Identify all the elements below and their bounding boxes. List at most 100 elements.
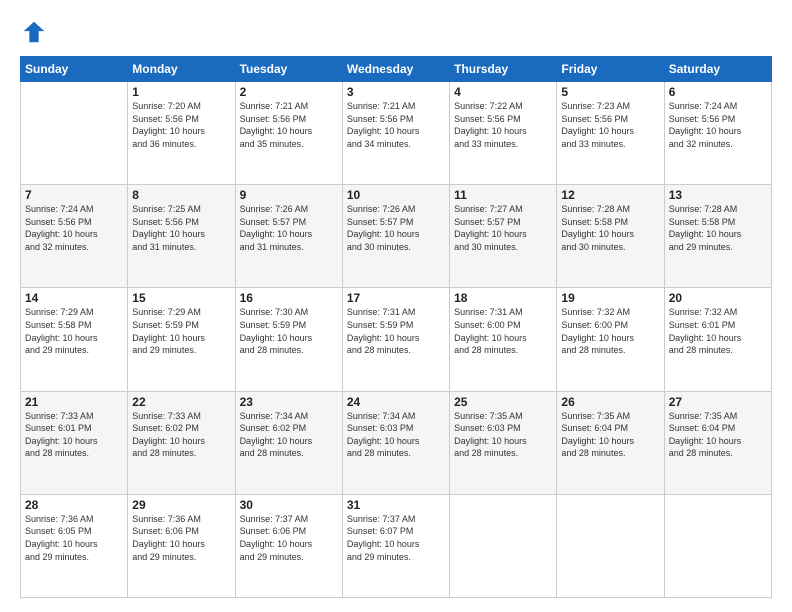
day-number: 19 [561,291,659,305]
calendar-cell: 30Sunrise: 7:37 AM Sunset: 6:06 PM Dayli… [235,494,342,597]
day-number: 8 [132,188,230,202]
calendar-cell: 14Sunrise: 7:29 AM Sunset: 5:58 PM Dayli… [21,288,128,391]
calendar-cell: 15Sunrise: 7:29 AM Sunset: 5:59 PM Dayli… [128,288,235,391]
calendar-cell: 26Sunrise: 7:35 AM Sunset: 6:04 PM Dayli… [557,391,664,494]
day-number: 12 [561,188,659,202]
day-number: 18 [454,291,552,305]
day-number: 23 [240,395,338,409]
calendar-cell [664,494,771,597]
day-number: 4 [454,85,552,99]
day-info: Sunrise: 7:22 AM Sunset: 5:56 PM Dayligh… [454,100,552,150]
calendar-header-monday: Monday [128,57,235,82]
day-number: 20 [669,291,767,305]
day-info: Sunrise: 7:23 AM Sunset: 5:56 PM Dayligh… [561,100,659,150]
day-info: Sunrise: 7:33 AM Sunset: 6:02 PM Dayligh… [132,410,230,460]
day-info: Sunrise: 7:36 AM Sunset: 6:05 PM Dayligh… [25,513,123,563]
calendar-cell: 9Sunrise: 7:26 AM Sunset: 5:57 PM Daylig… [235,185,342,288]
day-info: Sunrise: 7:37 AM Sunset: 6:07 PM Dayligh… [347,513,445,563]
day-number: 3 [347,85,445,99]
day-info: Sunrise: 7:34 AM Sunset: 6:02 PM Dayligh… [240,410,338,460]
day-info: Sunrise: 7:25 AM Sunset: 5:56 PM Dayligh… [132,203,230,253]
calendar-week-3: 14Sunrise: 7:29 AM Sunset: 5:58 PM Dayli… [21,288,772,391]
day-info: Sunrise: 7:26 AM Sunset: 5:57 PM Dayligh… [347,203,445,253]
calendar-cell: 6Sunrise: 7:24 AM Sunset: 5:56 PM Daylig… [664,82,771,185]
header [20,18,772,46]
day-info: Sunrise: 7:21 AM Sunset: 5:56 PM Dayligh… [240,100,338,150]
day-info: Sunrise: 7:28 AM Sunset: 5:58 PM Dayligh… [669,203,767,253]
day-number: 1 [132,85,230,99]
calendar-cell: 11Sunrise: 7:27 AM Sunset: 5:57 PM Dayli… [450,185,557,288]
day-number: 6 [669,85,767,99]
day-info: Sunrise: 7:32 AM Sunset: 6:01 PM Dayligh… [669,306,767,356]
calendar-header-tuesday: Tuesday [235,57,342,82]
day-info: Sunrise: 7:35 AM Sunset: 6:03 PM Dayligh… [454,410,552,460]
calendar-table: SundayMondayTuesdayWednesdayThursdayFrid… [20,56,772,598]
calendar-header-sunday: Sunday [21,57,128,82]
calendar-cell: 8Sunrise: 7:25 AM Sunset: 5:56 PM Daylig… [128,185,235,288]
day-info: Sunrise: 7:20 AM Sunset: 5:56 PM Dayligh… [132,100,230,150]
day-info: Sunrise: 7:28 AM Sunset: 5:58 PM Dayligh… [561,203,659,253]
day-number: 24 [347,395,445,409]
day-number: 22 [132,395,230,409]
day-info: Sunrise: 7:34 AM Sunset: 6:03 PM Dayligh… [347,410,445,460]
calendar-cell [557,494,664,597]
day-number: 14 [25,291,123,305]
calendar-cell: 17Sunrise: 7:31 AM Sunset: 5:59 PM Dayli… [342,288,449,391]
calendar-cell: 21Sunrise: 7:33 AM Sunset: 6:01 PM Dayli… [21,391,128,494]
calendar-cell: 24Sunrise: 7:34 AM Sunset: 6:03 PM Dayli… [342,391,449,494]
calendar-cell: 29Sunrise: 7:36 AM Sunset: 6:06 PM Dayli… [128,494,235,597]
calendar-cell: 20Sunrise: 7:32 AM Sunset: 6:01 PM Dayli… [664,288,771,391]
logo-icon [20,18,48,46]
day-number: 29 [132,498,230,512]
day-number: 21 [25,395,123,409]
calendar-cell: 12Sunrise: 7:28 AM Sunset: 5:58 PM Dayli… [557,185,664,288]
calendar-cell: 2Sunrise: 7:21 AM Sunset: 5:56 PM Daylig… [235,82,342,185]
day-number: 26 [561,395,659,409]
day-info: Sunrise: 7:31 AM Sunset: 6:00 PM Dayligh… [454,306,552,356]
day-info: Sunrise: 7:32 AM Sunset: 6:00 PM Dayligh… [561,306,659,356]
day-info: Sunrise: 7:24 AM Sunset: 5:56 PM Dayligh… [25,203,123,253]
calendar-cell: 13Sunrise: 7:28 AM Sunset: 5:58 PM Dayli… [664,185,771,288]
calendar-cell [21,82,128,185]
calendar-cell: 19Sunrise: 7:32 AM Sunset: 6:00 PM Dayli… [557,288,664,391]
calendar-header-thursday: Thursday [450,57,557,82]
day-number: 11 [454,188,552,202]
calendar-cell: 22Sunrise: 7:33 AM Sunset: 6:02 PM Dayli… [128,391,235,494]
calendar-week-4: 21Sunrise: 7:33 AM Sunset: 6:01 PM Dayli… [21,391,772,494]
day-info: Sunrise: 7:26 AM Sunset: 5:57 PM Dayligh… [240,203,338,253]
calendar-cell: 31Sunrise: 7:37 AM Sunset: 6:07 PM Dayli… [342,494,449,597]
day-info: Sunrise: 7:29 AM Sunset: 5:59 PM Dayligh… [132,306,230,356]
day-number: 27 [669,395,767,409]
calendar-cell: 3Sunrise: 7:21 AM Sunset: 5:56 PM Daylig… [342,82,449,185]
day-number: 13 [669,188,767,202]
calendar-header-saturday: Saturday [664,57,771,82]
calendar-cell: 1Sunrise: 7:20 AM Sunset: 5:56 PM Daylig… [128,82,235,185]
day-number: 16 [240,291,338,305]
calendar-cell: 28Sunrise: 7:36 AM Sunset: 6:05 PM Dayli… [21,494,128,597]
calendar-cell: 23Sunrise: 7:34 AM Sunset: 6:02 PM Dayli… [235,391,342,494]
calendar-cell: 16Sunrise: 7:30 AM Sunset: 5:59 PM Dayli… [235,288,342,391]
calendar-header-wednesday: Wednesday [342,57,449,82]
day-number: 7 [25,188,123,202]
day-info: Sunrise: 7:27 AM Sunset: 5:57 PM Dayligh… [454,203,552,253]
day-number: 15 [132,291,230,305]
calendar-cell: 25Sunrise: 7:35 AM Sunset: 6:03 PM Dayli… [450,391,557,494]
calendar-cell: 5Sunrise: 7:23 AM Sunset: 5:56 PM Daylig… [557,82,664,185]
day-info: Sunrise: 7:36 AM Sunset: 6:06 PM Dayligh… [132,513,230,563]
page: SundayMondayTuesdayWednesdayThursdayFrid… [0,0,792,612]
calendar-week-2: 7Sunrise: 7:24 AM Sunset: 5:56 PM Daylig… [21,185,772,288]
logo [20,18,52,46]
calendar-week-5: 28Sunrise: 7:36 AM Sunset: 6:05 PM Dayli… [21,494,772,597]
day-number: 30 [240,498,338,512]
day-number: 2 [240,85,338,99]
calendar-week-1: 1Sunrise: 7:20 AM Sunset: 5:56 PM Daylig… [21,82,772,185]
day-info: Sunrise: 7:33 AM Sunset: 6:01 PM Dayligh… [25,410,123,460]
calendar-header-row: SundayMondayTuesdayWednesdayThursdayFrid… [21,57,772,82]
day-info: Sunrise: 7:29 AM Sunset: 5:58 PM Dayligh… [25,306,123,356]
day-info: Sunrise: 7:35 AM Sunset: 6:04 PM Dayligh… [561,410,659,460]
calendar-cell: 27Sunrise: 7:35 AM Sunset: 6:04 PM Dayli… [664,391,771,494]
calendar-cell: 18Sunrise: 7:31 AM Sunset: 6:00 PM Dayli… [450,288,557,391]
day-info: Sunrise: 7:37 AM Sunset: 6:06 PM Dayligh… [240,513,338,563]
calendar-cell: 4Sunrise: 7:22 AM Sunset: 5:56 PM Daylig… [450,82,557,185]
calendar-cell: 10Sunrise: 7:26 AM Sunset: 5:57 PM Dayli… [342,185,449,288]
